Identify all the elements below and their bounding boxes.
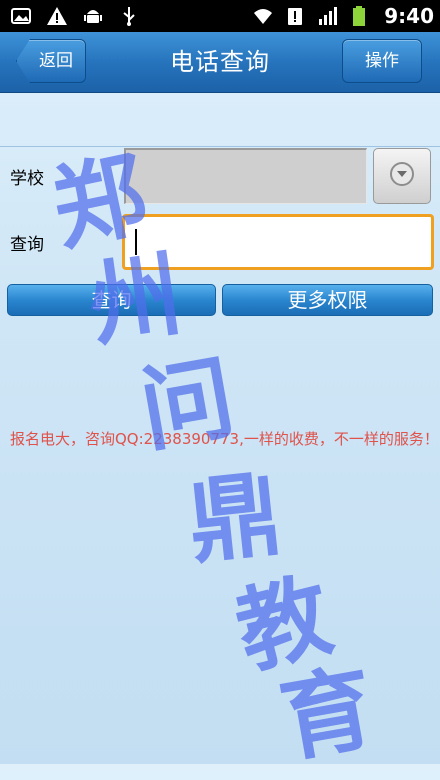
- status-clock: 9:40: [384, 4, 434, 28]
- back-button[interactable]: 返回: [16, 39, 86, 83]
- android-icon: [82, 5, 104, 27]
- school-select-field[interactable]: [124, 148, 367, 204]
- more-permissions-button[interactable]: 更多权限: [222, 284, 433, 316]
- school-label: 学校: [10, 169, 44, 189]
- status-bar-left: [10, 0, 140, 32]
- watermark-char: 育: [272, 652, 382, 776]
- title-bar: 电话查询 返回 操作: [0, 32, 440, 93]
- wifi-icon: [252, 5, 274, 27]
- school-dropdown-button[interactable]: [373, 148, 431, 204]
- status-bar: 9:40: [0, 0, 440, 32]
- warning-icon: [46, 5, 68, 27]
- alert-icon: [284, 5, 306, 27]
- image-icon: [10, 5, 32, 27]
- battery-icon: [348, 5, 370, 27]
- operation-button[interactable]: 操作: [342, 39, 422, 83]
- chevron-down-icon: [389, 161, 415, 191]
- signal-icon: [316, 5, 338, 27]
- usb-icon: [118, 5, 140, 27]
- query-label: 查询: [10, 235, 44, 255]
- status-bar-right: 9:40: [252, 0, 434, 32]
